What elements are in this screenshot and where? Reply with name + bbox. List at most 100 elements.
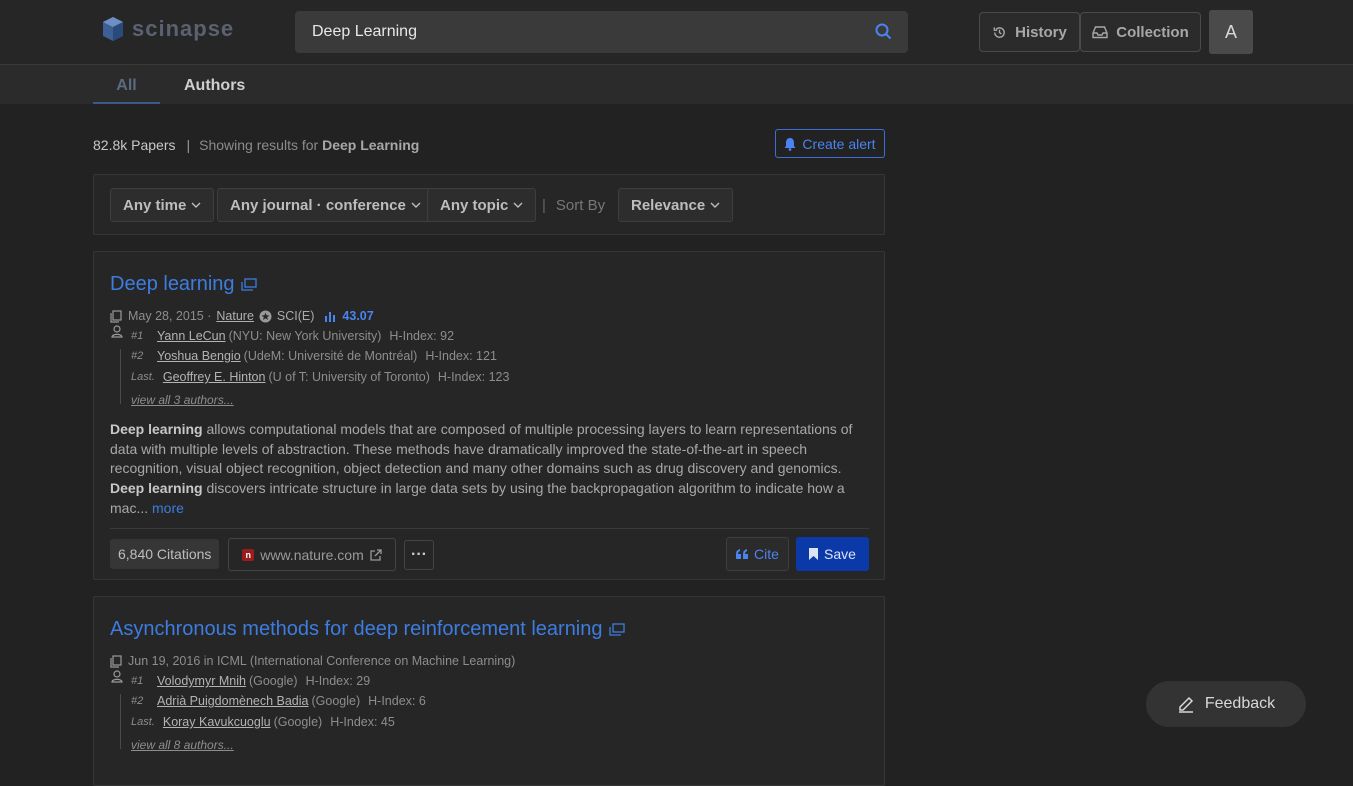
results-summary: 82.8k Papers | Showing results for Deep Le… [93,137,419,153]
save-label: Save [824,546,856,562]
source-label: www.nature.com [260,546,364,563]
showing-prefix: Showing results for [199,137,319,153]
author-hindex: H-Index: 6 [368,694,426,708]
topic-filter[interactable]: Any topic [427,188,537,222]
sort-by-text: Sort By [555,197,606,214]
summary-separator: | [186,137,191,153]
author-list-line [120,349,121,404]
paper-meta: May 28, 2015 · Nature SCI(E) 43.07 [110,309,374,323]
citation-count-button[interactable]: 6,840 Citations [110,539,220,569]
venue-link[interactable]: Nature [216,309,254,323]
abstract-text: allows computational models that are com… [110,421,853,477]
author-affiliation: (Google) [311,694,361,708]
author-icon [111,325,123,338]
author-name[interactable]: Volodymyr Mnih [157,674,246,688]
author-name[interactable]: Koray Kavukcuoglu [163,715,271,729]
abstract-more-link[interactable]: more [152,500,184,516]
abstract-text: discovers intricate structure in large d… [110,480,845,516]
author-affiliation: (NYU: New York University) [228,329,382,343]
search-bar[interactable]: Deep Learning [295,11,908,53]
author-name[interactable]: Adrià Puigdomènech Badia [157,694,309,708]
impact-chart-icon [325,311,336,322]
paper-title-text: Deep learning [110,273,235,295]
author-rank: Last. [131,371,155,383]
paper-card: Deep learning May 28, 2015 · Nature SCI(… [93,251,885,580]
author-rank: #1 [131,675,144,687]
author-list-line [120,694,121,749]
logo[interactable]: scinapse [100,14,234,44]
bell-icon [784,137,796,151]
journal-filter[interactable]: Any journal · conference [217,188,434,222]
sort-by-label: | Sort By [542,197,605,214]
abstract-highlight: Deep learning [110,421,203,437]
bookmark-icon [809,548,819,560]
cite-label: Cite [754,546,779,562]
more-options-button[interactable]: ··· [404,540,434,570]
journal-icon [110,654,122,668]
author-row: Last. Geoffrey E. Hinton (U of T: Univer… [131,370,509,384]
author-hindex: H-Index: 92 [389,329,455,343]
history-button[interactable]: History [979,12,1080,52]
impact-score: 43.07 [342,309,374,323]
author-name[interactable]: Yann LeCun [157,329,226,343]
author-hindex: H-Index: 45 [330,715,395,729]
query-text: Deep Learning [322,137,420,153]
open-in-new-window-icon[interactable] [240,278,257,291]
journal-icon [110,309,122,323]
open-in-new-window-icon[interactable] [608,623,625,636]
pencil-icon [1178,696,1193,713]
author-affiliation: (Google) [248,674,298,688]
cite-button[interactable]: Cite [726,537,789,571]
author-hindex: H-Index: 123 [437,370,510,384]
search-input[interactable]: Deep Learning [312,23,417,41]
create-alert-button[interactable]: Create alert [775,129,885,158]
chevron-down-icon [710,202,720,208]
paper-title-text: Asynchronous methods for deep reinforcem… [110,618,603,640]
avatar[interactable]: A [1209,10,1253,54]
topic-filter-label: Any topic [440,196,509,214]
scinapse-logo-icon [103,17,123,41]
author-row: #2 Adrià Puigdomènech Badia (Google) H-I… [131,694,426,708]
save-button[interactable]: Save [796,537,869,571]
star-badge-icon [259,310,272,322]
filter-bar: Any time Any journal · conference Any to… [93,174,885,235]
paper-title[interactable]: Deep learning [110,273,257,296]
author-affiliation: (Google) [273,715,323,729]
source-link-button[interactable]: n www.nature.com [228,538,396,571]
author-rank: #2 [131,695,144,707]
feedback-button[interactable]: Feedback [1146,681,1306,727]
paper-title[interactable]: Asynchronous methods for deep reinforcem… [110,618,625,641]
author-row: #1 Volodymyr Mnih (Google) H-Index: 29 [131,674,370,688]
avatar-letter: A [1224,21,1237,42]
collection-label: Collection [1116,23,1189,41]
author-rank: #2 [131,350,144,362]
tab-all[interactable]: All [93,77,160,104]
publish-date: May 28, 2015 · [128,309,212,323]
logo-text: scinapse [132,16,235,41]
author-rank: Last. [131,716,155,728]
inbox-icon [1092,26,1108,39]
feedback-label: Feedback [1204,695,1276,712]
paper-abstract: Deep learning allows computational model… [110,420,862,519]
chevron-down-icon [411,202,421,208]
collection-button[interactable]: Collection [1080,12,1201,52]
tab-authors[interactable]: Authors [184,77,245,95]
view-all-authors-link[interactable]: view all 3 authors... [131,393,234,407]
author-icon [111,670,123,683]
journal-filter-label: Any journal · conference [230,196,406,214]
author-name[interactable]: Geoffrey E. Hinton [163,370,266,384]
card-divider [110,528,869,529]
author-affiliation: (U of T: University of Toronto) [268,370,430,384]
view-all-authors-link[interactable]: view all 8 authors... [131,738,234,752]
quote-icon [736,549,749,559]
search-icon[interactable] [875,23,892,40]
history-icon [993,26,1005,38]
paper-meta: Jun 19, 2016 in ICML (International Conf… [110,654,515,668]
author-name[interactable]: Yoshua Bengio [157,349,241,363]
author-hindex: H-Index: 29 [305,674,371,688]
sort-select[interactable]: Relevance [618,188,734,222]
source-badge: n [242,548,255,561]
time-filter-label: Any time [123,196,187,214]
result-tabs: All Authors [0,65,1353,104]
time-filter[interactable]: Any time [110,188,215,222]
